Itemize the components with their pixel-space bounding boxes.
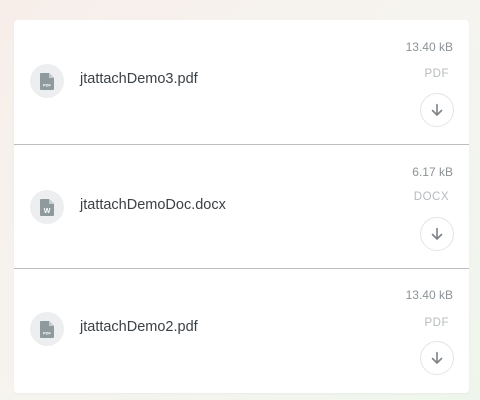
arrow-down-icon	[431, 351, 443, 364]
pdf-file-icon: PDF	[30, 64, 64, 98]
file-name[interactable]: jtattachDemoDoc.docx	[80, 197, 226, 213]
arrow-down-icon	[431, 103, 443, 116]
file-name[interactable]: jtattachDemo2.pdf	[80, 319, 198, 335]
download-button[interactable]	[420, 217, 454, 251]
file-name[interactable]: jtattachDemo3.pdf	[80, 71, 198, 87]
attachment-item[interactable]: PDF jtattachDemo3.pdf 13.40 kB PDF	[14, 20, 469, 144]
svg-text:PDF: PDF	[43, 82, 52, 87]
file-size: 13.40 kB	[405, 288, 453, 302]
file-type: DOCX	[413, 191, 449, 203]
svg-text:W: W	[44, 208, 51, 215]
file-type: PDF	[424, 317, 449, 329]
svg-text:PDF: PDF	[43, 330, 52, 335]
attachment-item[interactable]: W jtattachDemoDoc.docx 6.17 kB DOCX	[14, 144, 469, 268]
attachments-card: PDF jtattachDemo3.pdf 13.40 kB PDF W jta…	[14, 20, 469, 393]
pdf-file-icon: PDF	[30, 312, 64, 346]
download-button[interactable]	[420, 341, 454, 375]
file-size: 6.17 kB	[412, 165, 453, 179]
download-button[interactable]	[420, 93, 454, 127]
file-size: 13.40 kB	[405, 40, 453, 54]
arrow-down-icon	[431, 227, 443, 240]
word-file-icon: W	[30, 190, 64, 224]
file-type: PDF	[424, 68, 449, 80]
attachment-item[interactable]: PDF jtattachDemo2.pdf 13.40 kB PDF	[14, 268, 469, 392]
